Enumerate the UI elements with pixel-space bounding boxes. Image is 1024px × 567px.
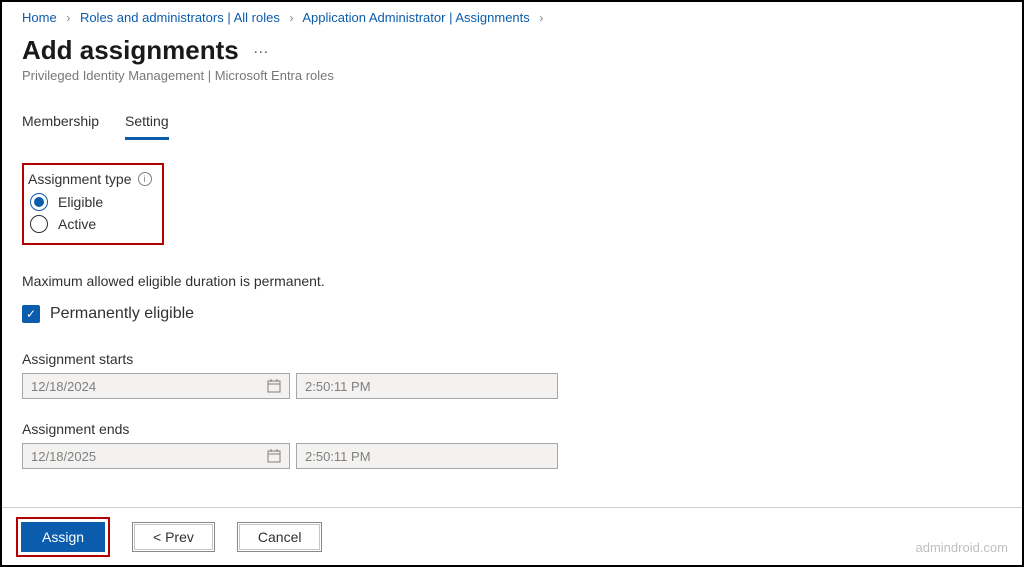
permanently-eligible-row[interactable]: ✓ Permanently eligible — [22, 305, 1002, 323]
cancel-button[interactable]: Cancel — [237, 522, 323, 552]
page-subtitle: Privileged Identity Management | Microso… — [22, 68, 1002, 83]
page-title: Add assignments — [22, 35, 239, 66]
assignment-type-label: Assignment type i — [28, 171, 152, 187]
tab-membership[interactable]: Membership — [22, 107, 99, 140]
assignment-type-group: Assignment type i Eligible Active — [22, 163, 164, 245]
prev-button[interactable]: < Prev — [132, 522, 215, 552]
assignment-type-text: Assignment type — [28, 171, 132, 187]
permanently-eligible-checkbox[interactable]: ✓ — [22, 305, 40, 323]
permanently-eligible-label: Permanently eligible — [50, 305, 194, 323]
chevron-right-icon: › — [539, 11, 543, 25]
radio-active-row[interactable]: Active — [28, 215, 152, 233]
start-time-value: 2:50:11 PM — [305, 379, 371, 394]
end-time-input[interactable]: 2:50:11 PM — [296, 443, 558, 469]
start-time-input[interactable]: 2:50:11 PM — [296, 373, 558, 399]
calendar-icon[interactable] — [267, 449, 281, 463]
assign-button-highlight: Assign — [16, 517, 110, 557]
radio-eligible-row[interactable]: Eligible — [28, 193, 152, 211]
end-date-value: 12/18/2025 — [31, 449, 96, 464]
start-date-value: 12/18/2024 — [31, 379, 96, 394]
radio-eligible[interactable] — [30, 193, 48, 211]
more-actions-icon[interactable]: … — [253, 40, 269, 58]
chevron-right-icon: › — [289, 11, 293, 25]
end-time-value: 2:50:11 PM — [305, 449, 371, 464]
duration-help-text: Maximum allowed eligible duration is per… — [22, 273, 1002, 289]
assignment-ends-label: Assignment ends — [22, 421, 1002, 437]
breadcrumb-app-admin[interactable]: Application Administrator | Assignments — [302, 10, 529, 25]
radio-active[interactable] — [30, 215, 48, 233]
radio-eligible-label: Eligible — [58, 194, 103, 210]
tabs: Membership Setting — [22, 107, 1002, 141]
breadcrumb-home[interactable]: Home — [22, 10, 57, 25]
radio-active-label: Active — [58, 216, 96, 232]
info-icon[interactable]: i — [138, 172, 152, 186]
chevron-right-icon: › — [66, 11, 70, 25]
breadcrumb-roles[interactable]: Roles and administrators | All roles — [80, 10, 280, 25]
calendar-icon[interactable] — [267, 379, 281, 393]
tab-setting[interactable]: Setting — [125, 107, 169, 140]
page-frame: Home › Roles and administrators | All ro… — [0, 0, 1024, 567]
end-date-input[interactable]: 12/18/2025 — [22, 443, 290, 469]
footer: Assign < Prev Cancel admindroid.com — [2, 507, 1022, 565]
content-area: Home › Roles and administrators | All ro… — [2, 2, 1022, 469]
start-date-input[interactable]: 12/18/2024 — [22, 373, 290, 399]
title-row: Add assignments … — [22, 35, 1002, 66]
breadcrumb: Home › Roles and administrators | All ro… — [22, 10, 1002, 25]
assign-button[interactable]: Assign — [21, 522, 105, 552]
watermark: admindroid.com — [916, 540, 1009, 555]
assignment-ends-row: 12/18/2025 2:50:11 PM — [22, 443, 1002, 469]
assignment-starts-label: Assignment starts — [22, 351, 1002, 367]
check-icon: ✓ — [26, 307, 36, 321]
assignment-starts-row: 12/18/2024 2:50:11 PM — [22, 373, 1002, 399]
